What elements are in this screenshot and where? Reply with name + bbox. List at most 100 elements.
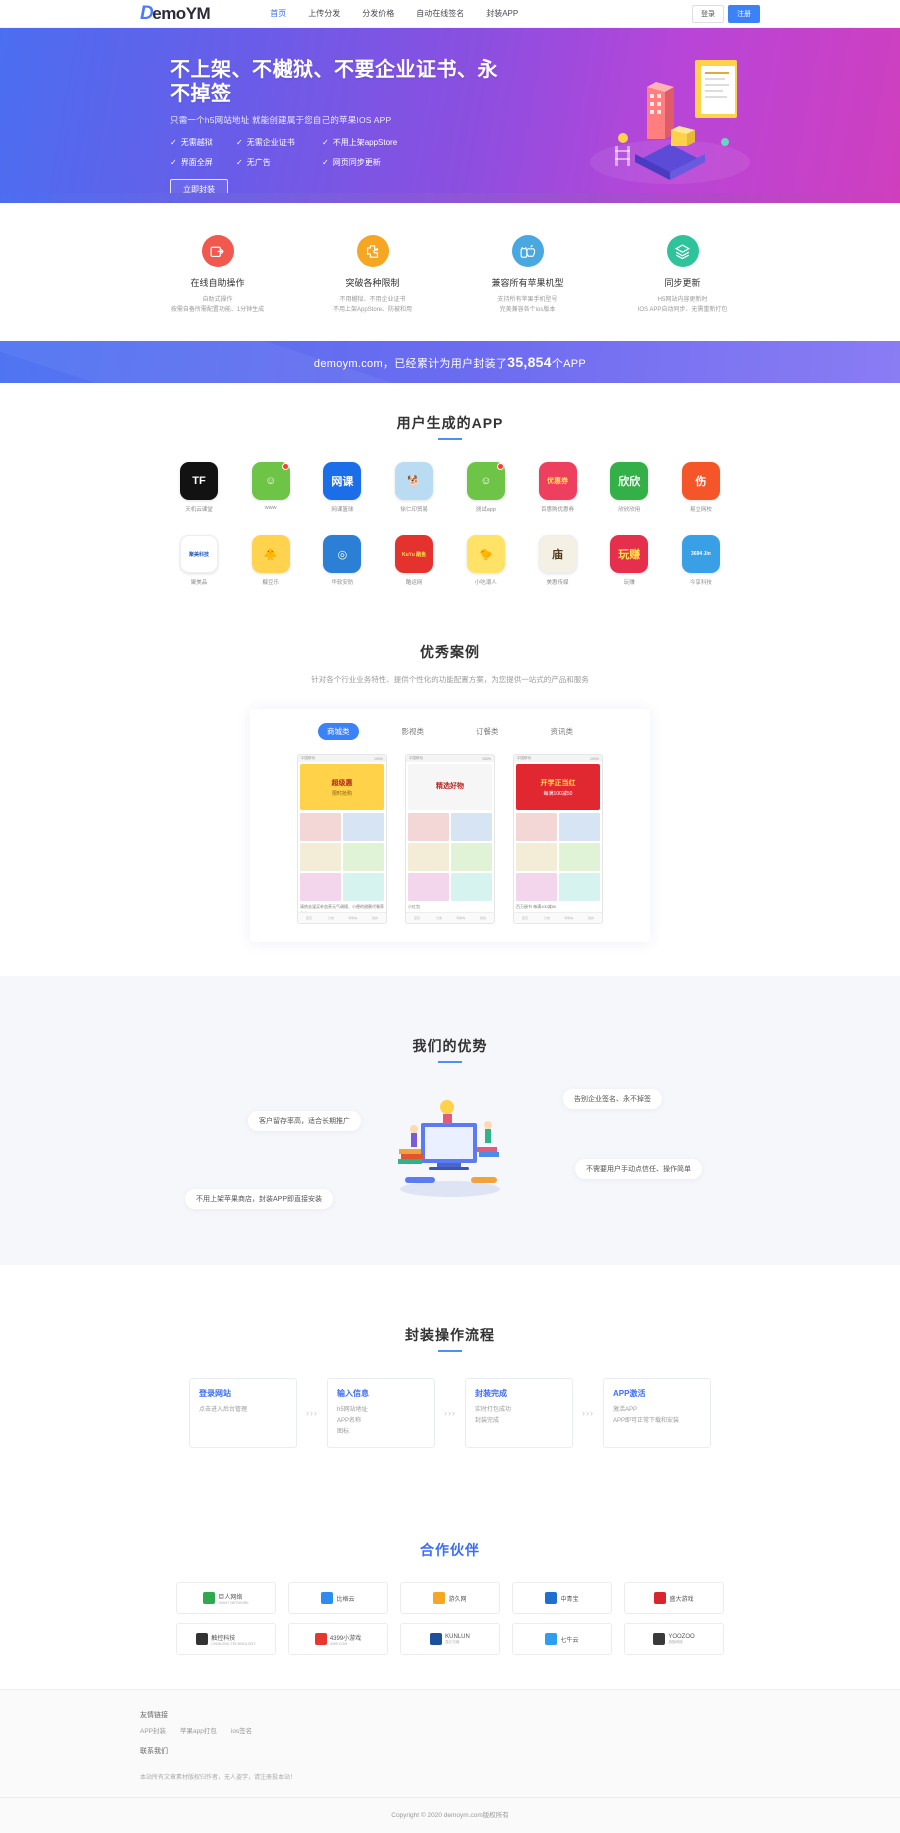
partner-logo-6[interactable]: 4399小游戏 4399.COM — [288, 1623, 388, 1656]
status-carrier: 中国移动 — [517, 756, 531, 761]
app-item[interactable]: 🐤 小吃潮人 — [457, 535, 515, 586]
app-item[interactable]: 优惠券 百惠购优惠券 — [529, 462, 587, 513]
feature-item-1: 突破各种限制 不用樾狱、不用企业证书 不用上架AppStore、防被和用 — [295, 235, 450, 315]
app-item[interactable]: 聚美科技 聚美品 — [170, 535, 228, 586]
partners-section: 合作伙伴 巨人网络 GIANT NETWORK 比格云 游久网 中青宝 盛大游戏 触控科技 C… — [0, 1484, 900, 1690]
app-icon[interactable]: 🐤 — [466, 535, 505, 574]
partner-logo-3[interactable]: 中青宝 — [512, 1582, 612, 1615]
step-desc: 点击进入后台管理 — [199, 1407, 248, 1414]
app-label: 欣欣欣用 — [618, 507, 641, 514]
app-item[interactable]: 网课 网课篮球 — [313, 462, 371, 513]
app-label: 今享科技 — [689, 580, 712, 587]
advantage-bubble-1: 客户留存率高，适合长期推广 — [248, 1111, 361, 1132]
app-icon[interactable]: 🐕 — [395, 462, 434, 501]
product-thumb — [343, 813, 384, 842]
app-icon[interactable]: 🐥 — [251, 535, 290, 574]
product-thumb — [516, 873, 557, 902]
arrow-icon: ››› — [306, 1408, 318, 1419]
phone-tab: 我的 — [371, 916, 378, 921]
app-row-0: TF 天机云课堂 ☺ www 网课 网课篮球 🐕 徐仁印贸易 ☺ 测试app 优惠券 百惠购优惠券 欣欣… — [170, 462, 730, 513]
nav-item-3[interactable]: 自动在线签名 — [416, 8, 464, 19]
app-icon[interactable]: 优惠券 — [538, 462, 577, 501]
nav-item-2[interactable]: 分发价格 — [362, 8, 394, 19]
footer-link[interactable]: 苹果app打包 — [180, 1725, 217, 1735]
partner-mark-icon — [653, 1633, 666, 1646]
app-icon[interactable]: 3694 Jin — [681, 535, 720, 574]
app-item[interactable]: 庙美惠传媒 — [529, 535, 587, 586]
phone-banner-title: 精选好物 — [436, 783, 464, 791]
partner-mark-icon — [203, 1592, 216, 1605]
app-icon[interactable]: 欣欣 — [610, 462, 649, 501]
hero-feature-label: 无广告 — [246, 158, 271, 167]
step-title: 输入信息 — [337, 1389, 369, 1399]
login-button[interactable]: 登录 — [692, 4, 724, 23]
feature-desc: 支持所有苹果手机型号 完美兼容各个ios版本 — [497, 297, 558, 314]
app-icon[interactable]: 网课 — [323, 462, 362, 501]
app-icon[interactable]: ☺ — [251, 462, 290, 501]
app-item[interactable]: 伤易立网校 — [672, 462, 730, 513]
app-item[interactable]: 3694 Jin 今享科技 — [672, 535, 730, 586]
app-item[interactable]: ☺ 测试app — [457, 462, 515, 513]
footer-link[interactable]: ios签名 — [231, 1725, 252, 1735]
app-item[interactable]: ☺ www — [242, 462, 300, 513]
case-tab-3[interactable]: 资讯类 — [542, 723, 583, 740]
app-icon[interactable]: ☺ — [466, 462, 505, 501]
app-icon[interactable]: KuYu 酷鱼 — [395, 535, 434, 574]
hero-feature-item: ✓ 网页同步更新 — [322, 157, 408, 168]
hero-feature-item: ✓ 无需越狱 — [170, 137, 236, 148]
partner-logo-1[interactable]: 比格云 — [288, 1582, 388, 1615]
app-item[interactable]: ◎ 华软安防 — [313, 535, 371, 586]
product-thumb — [343, 843, 384, 872]
footer-link[interactable]: APP封装 — [140, 1725, 166, 1735]
hero-title: 不上架、不樾狱、不要企业证书、永不掉签 — [170, 59, 498, 105]
partner-mark-icon — [433, 1592, 446, 1605]
app-icon[interactable]: ◎ — [323, 535, 362, 574]
footer-link-row-0: APP封装 苹果app打包 ios签名 — [140, 1725, 760, 1735]
android-apple-icon — [511, 235, 544, 267]
site-logo[interactable]: DemoYM — [140, 4, 211, 23]
partner-logo-7[interactable]: KUNLUN 昆仑万维 — [400, 1623, 500, 1656]
partner-logo-2[interactable]: 游久网 — [400, 1582, 500, 1615]
app-label: 酷运网 — [405, 580, 423, 587]
partner-logo-8[interactable]: 七牛云 — [512, 1623, 612, 1656]
step-desc: 激活APP APP即可正常下载和安装 — [613, 1407, 680, 1425]
nav-item-0[interactable]: 首页 — [270, 8, 286, 19]
app-item[interactable]: 欣欣 欣欣欣用 — [600, 462, 658, 513]
case-tab-1[interactable]: 影视类 — [393, 723, 434, 740]
phone-preview-0: 中国移动100%超级惠限时抢购清热去湿买补血养元气调理、小便的甜蜜代餐养生茶首页… — [297, 754, 387, 925]
hero-copy: 不上架、不樾狱、不要企业证书、永不掉签 只需一个h5网站地址 就能创建属于您自己… — [170, 58, 500, 200]
title-underline — [438, 438, 462, 441]
app-item[interactable]: 🐥 糠豆乐 — [242, 535, 300, 586]
hero-cta-button[interactable]: 立即封装 — [170, 179, 228, 200]
advantage-bubble-2: 告别企业签名、永不掉签 — [563, 1089, 662, 1110]
app-icon[interactable]: 庙 — [538, 535, 577, 574]
partner-mark-icon — [314, 1633, 327, 1646]
case-tab-2[interactable]: 订餐类 — [467, 723, 508, 740]
check-icon: ✓ — [322, 158, 329, 167]
app-item[interactable]: TF 天机云课堂 — [170, 462, 228, 513]
user-apps-section: 用户生成的APP TF 天机云课堂 ☺ www 网课 网课篮球 🐕 徐仁印贸易 ☺ 测试app 优惠… — [0, 383, 900, 613]
app-icon[interactable]: 玩赚 — [610, 535, 649, 574]
step-title: 登录网站 — [199, 1389, 231, 1399]
nav-item-4[interactable]: 封装APP — [486, 8, 518, 19]
app-item[interactable]: 🐕 徐仁印贸易 — [385, 462, 443, 513]
partner-logo-0[interactable]: 巨人网络 GIANT NETWORK — [176, 1582, 276, 1615]
logo-text: emoYM — [152, 4, 211, 23]
case-tab-0[interactable]: 商城类 — [318, 723, 359, 741]
app-icon[interactable]: 聚美科技 — [180, 535, 218, 574]
register-button[interactable]: 注册 — [728, 4, 760, 23]
partner-text: KUNLUN 昆仑万维 — [445, 1634, 470, 1645]
app-item[interactable]: KuYu 酷鱼酷运网 — [385, 535, 443, 586]
partner-name: 比格云 — [336, 1596, 355, 1603]
check-icon: ✓ — [322, 138, 329, 147]
app-item[interactable]: 玩赚 玩赚 — [600, 535, 658, 586]
app-icon[interactable]: TF — [180, 462, 218, 501]
nav-item-1[interactable]: 上传分发 — [308, 8, 340, 19]
advantage-section: 我们的优势 客户留存率高，适合长期推广 告别企业签名、永不掉签 不用上架苹果商店… — [0, 976, 900, 1266]
product-thumb — [451, 813, 492, 842]
app-icon[interactable]: 伤 — [681, 462, 720, 501]
partner-logo-9[interactable]: YOOZOO 游族网络 — [624, 1623, 724, 1656]
process-section: 封装操作流程 登录网站 点击进入后台管理 ››› 输入信息 h5网站地址 APP名称 图标 ›… — [0, 1265, 900, 1485]
partner-logo-4[interactable]: 盛大游戏 — [624, 1582, 724, 1615]
partner-logo-5[interactable]: 触控科技 CHUKONG TECHNOLOGY — [176, 1623, 276, 1656]
